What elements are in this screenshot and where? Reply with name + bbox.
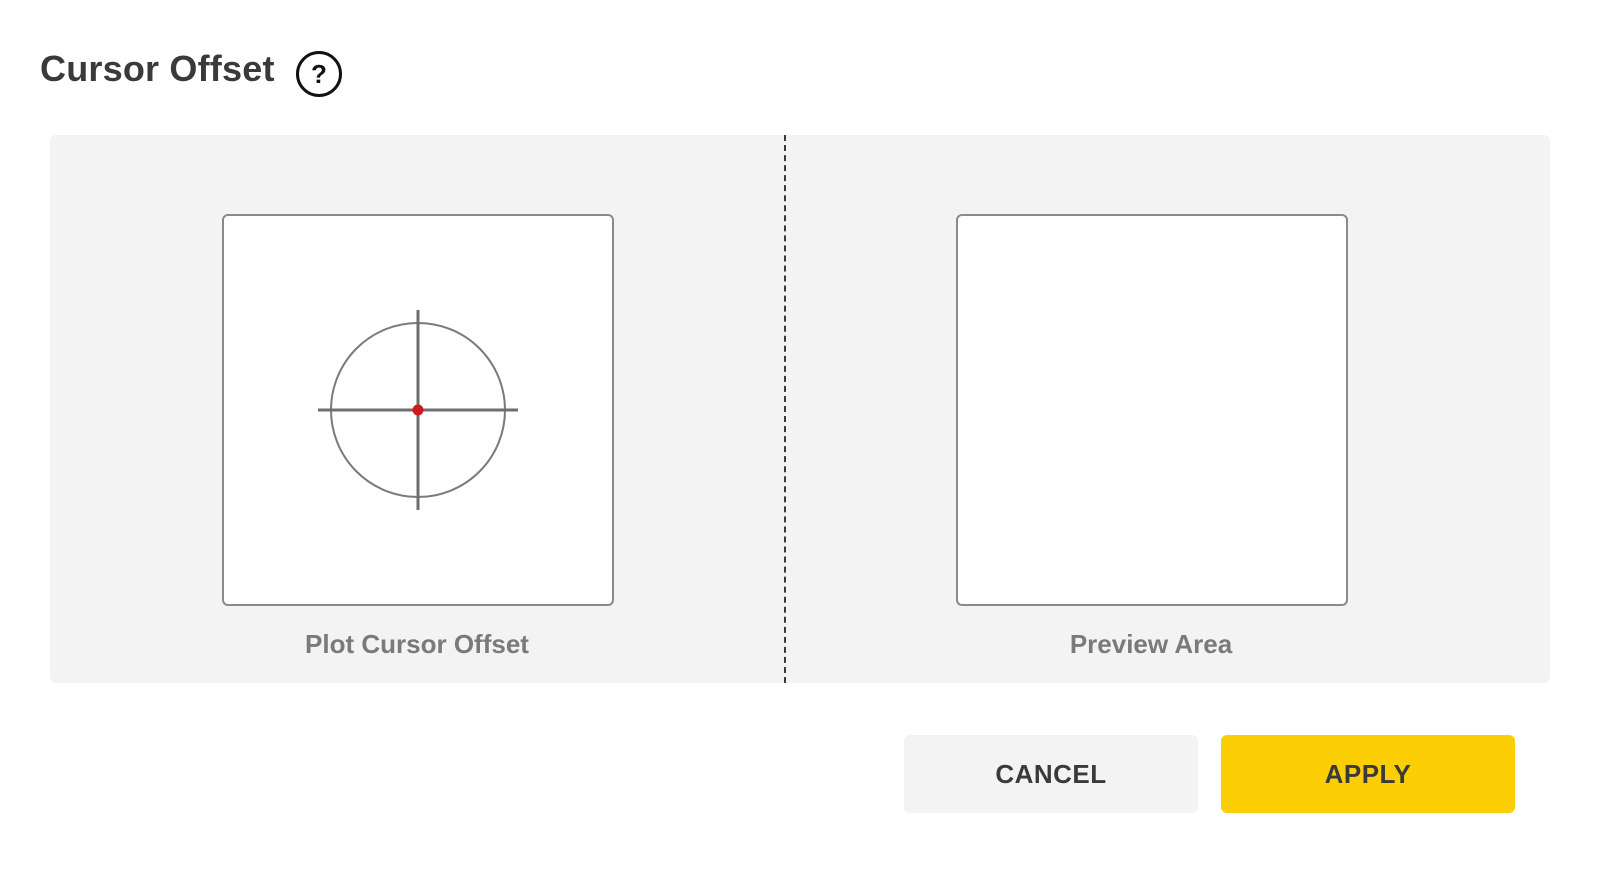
question-circle-icon[interactable]: ?: [295, 50, 343, 98]
preview-area-box: [956, 214, 1348, 606]
cursor-center-marker[interactable]: [412, 404, 424, 416]
pane-divider: [784, 135, 786, 683]
plot-cursor-offset-label: Plot Cursor Offset: [305, 629, 529, 659]
dialog-header: Cursor Offset ?: [40, 40, 343, 98]
plot-cursor-offset-area[interactable]: [222, 214, 614, 606]
apply-button[interactable]: APPLY: [1221, 735, 1515, 813]
dialog-footer: CANCEL APPLY: [904, 735, 1515, 813]
plot-cursor-offset-pane: Plot Cursor Offset: [50, 135, 800, 683]
cursor-offset-dialog: Cursor Offset ? Plot Cursor Offset Previ…: [0, 0, 1600, 878]
dialog-title: Cursor Offset: [40, 48, 275, 89]
preview-area-label: Preview Area: [1069, 629, 1233, 659]
cancel-button[interactable]: CANCEL: [904, 735, 1198, 813]
preview-pane: Preview Area: [800, 135, 1550, 683]
crosshair-icon[interactable]: [224, 216, 612, 604]
offset-panel: Plot Cursor Offset Preview Area: [50, 135, 1550, 683]
svg-text:?: ?: [311, 59, 327, 89]
